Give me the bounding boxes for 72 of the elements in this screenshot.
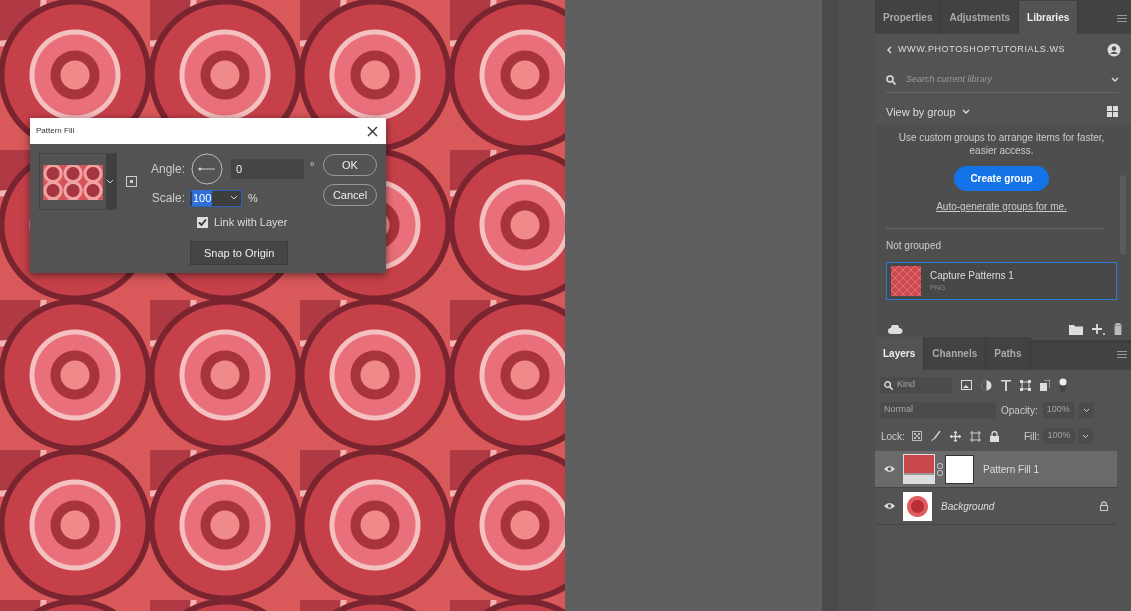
panel-tab[interactable]: Paths	[986, 337, 1031, 370]
caret-icon[interactable]	[106, 178, 114, 185]
add-icon[interactable]	[1091, 323, 1105, 335]
brush-icon[interactable]	[930, 430, 941, 442]
layer-row[interactable]: Background	[875, 488, 1117, 525]
panel-tab[interactable]: Libraries	[1019, 1, 1079, 34]
angle-dial[interactable]	[191, 153, 223, 185]
percent-unit: %	[248, 190, 258, 206]
panel-tab[interactable]: Layers	[875, 337, 925, 370]
lock-icon[interactable]	[989, 430, 999, 442]
blend-mode-dropdown[interactable]: Normal	[880, 402, 996, 418]
pattern-thumbnail	[903, 454, 935, 484]
hint-text: Use custom groups to arrange items for faster, easier access.	[897, 131, 1106, 157]
checkbox-label: Link with Layer	[214, 215, 288, 230]
new-preset-icon[interactable]	[126, 176, 137, 187]
search-field[interactable]: Search current library	[904, 72, 1111, 88]
folder-icon[interactable]	[1069, 323, 1083, 335]
opacity-label: Opacity:	[1001, 403, 1038, 418]
rose-thumbnail	[903, 491, 932, 521]
shape-filter-icon[interactable]	[1020, 379, 1031, 391]
layer-name: Pattern Fill 1	[983, 462, 1041, 477]
grid-view-icon[interactable]	[1107, 106, 1118, 118]
fill-field[interactable]: 100%	[1043, 428, 1075, 444]
item-name: Capture Patterns 1	[930, 269, 1014, 284]
back-icon[interactable]	[886, 46, 892, 54]
adjustment-filter-icon[interactable]	[981, 379, 992, 391]
caret-icon	[1082, 407, 1090, 413]
search-icon	[886, 74, 896, 85]
eye-icon[interactable]	[883, 502, 895, 510]
fill-label: Fill:	[1023, 429, 1040, 444]
scale-field[interactable]: 100	[189, 189, 242, 207]
pattern-swatch[interactable]	[43, 165, 103, 200]
lock-transparent-icon[interactable]	[911, 431, 922, 441]
menu-icon[interactable]	[1117, 351, 1127, 358]
angle-field[interactable]: 0	[231, 159, 304, 179]
cloud-icon[interactable]	[888, 324, 903, 334]
menu-icon[interactable]	[1117, 15, 1127, 22]
filter-kind-dropdown[interactable]: Kind	[880, 377, 952, 393]
smart-object-filter-icon[interactable]	[1040, 379, 1050, 391]
view-by-dropdown[interactable]: View by group	[886, 103, 956, 120]
lock-label: Lock:	[881, 429, 905, 444]
layer-row[interactable]: Pattern Fill 1	[875, 451, 1117, 488]
scale-label: Scale:	[150, 190, 185, 207]
mask-thumbnail	[945, 454, 974, 484]
auto-generate-link[interactable]: Auto-generate groups for me.	[936, 199, 1067, 214]
checkbox[interactable]	[197, 216, 208, 228]
type-filter-icon[interactable]	[1001, 379, 1011, 391]
degree-unit: °	[310, 158, 315, 174]
artboard-icon[interactable]	[969, 430, 981, 442]
search-icon	[884, 380, 893, 390]
library-name[interactable]: WWW.PHOTOSHOPTUTORIALS.WS	[898, 43, 1066, 57]
angle-label: Angle:	[149, 161, 185, 178]
filter-toggle-icon[interactable]	[1059, 378, 1067, 392]
opacity-field[interactable]: 100%	[1042, 402, 1074, 418]
close-icon[interactable]	[367, 125, 378, 137]
pattern-thumbnail	[891, 266, 921, 296]
image-filter-icon[interactable]	[961, 380, 972, 390]
caret-icon[interactable]	[961, 108, 970, 115]
trash-icon[interactable]	[1113, 323, 1123, 335]
dialog-title: Pattern Fill	[36, 125, 75, 137]
panel-tab[interactable]: Channels	[924, 337, 987, 370]
add-user-icon[interactable]	[1107, 43, 1121, 57]
caret-icon[interactable]	[1111, 76, 1119, 83]
create-group-button[interactable]: Create group	[954, 166, 1049, 191]
caret-icon	[1081, 433, 1089, 439]
layer-name: Background	[941, 499, 996, 514]
snap-button[interactable]: Snap to Origin	[190, 240, 289, 265]
section-label: Not grouped	[886, 239, 942, 253]
chain-icon[interactable]	[937, 462, 943, 476]
caret-icon[interactable]	[230, 195, 238, 201]
move-icon[interactable]	[949, 430, 961, 442]
eye-icon[interactable]	[883, 465, 895, 473]
